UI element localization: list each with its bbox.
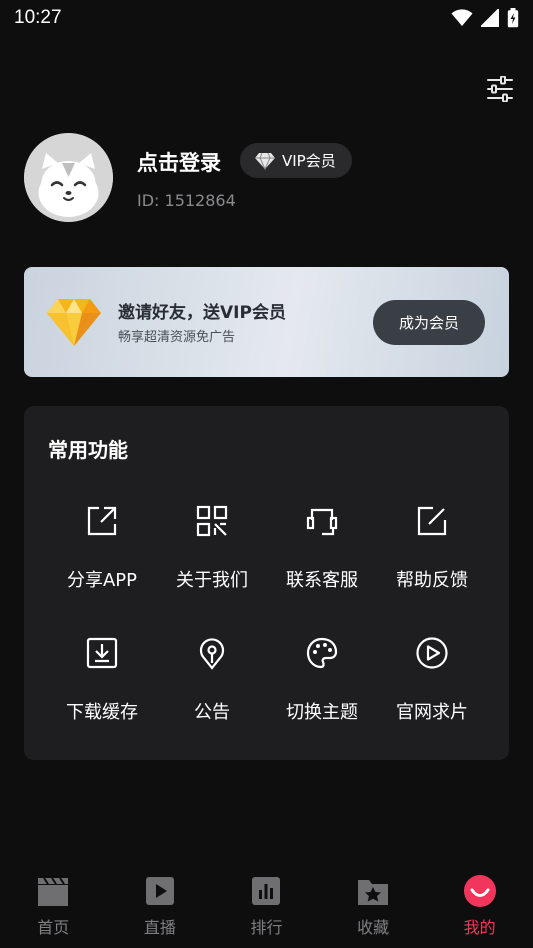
feature-request-film[interactable]: 官网求片: [377, 636, 487, 736]
feature-label: 下载缓存: [66, 702, 138, 723]
status-time: 10:27: [14, 7, 62, 28]
nav-label: 我的: [463, 918, 496, 937]
nav-label: 直播: [143, 918, 176, 937]
favorites-folder-icon: [358, 880, 389, 905]
banner-subtitle: 畅享超清资源免广告: [118, 330, 236, 345]
become-vip-button[interactable]: 成为会员: [373, 300, 485, 345]
smile-face-icon: [463, 875, 496, 907]
feature-share-app[interactable]: 分享APP: [47, 504, 157, 604]
status-bar: 10:27: [0, 0, 533, 36]
feature-download-cache[interactable]: 下载缓存: [47, 636, 157, 736]
share-icon: [87, 506, 117, 536]
download-icon: [86, 637, 118, 669]
sliders-icon: [487, 75, 513, 103]
feature-label: 分享APP: [66, 570, 138, 591]
profile-section: 点击登录 VIP会员 ID: 1512864: [24, 133, 514, 223]
avatar[interactable]: [24, 133, 113, 222]
feature-label: 公告: [194, 702, 230, 723]
feature-announcement[interactable]: 公告: [157, 636, 267, 736]
nav-label: 排行: [250, 918, 283, 937]
edit-feedback-icon: [417, 506, 447, 536]
clapperboard-icon: [38, 877, 69, 906]
nav-label: 收藏: [357, 918, 390, 937]
vip-badge-label: VIP会员: [282, 152, 336, 170]
feature-label: 关于我们: [176, 570, 248, 591]
wifi-icon: [451, 9, 473, 26]
login-link[interactable]: 点击登录: [137, 147, 221, 177]
palette-icon: [306, 637, 338, 669]
headset-icon: [306, 508, 338, 536]
bottom-nav: 首页 直播 排行 收藏 我的: [0, 862, 533, 948]
feature-label: 官网求片: [396, 702, 468, 723]
nav-item-mine[interactable]: 我的: [427, 862, 533, 948]
feature-label: 联系客服: [286, 570, 358, 591]
signal-icon: [481, 9, 499, 27]
feature-contact-service[interactable]: 联系客服: [267, 504, 377, 604]
feature-help-feedback[interactable]: 帮助反馈: [377, 504, 487, 604]
status-icons: [451, 8, 519, 28]
nav-item-favorites[interactable]: 收藏: [320, 862, 426, 948]
vip-badge[interactable]: VIP会员: [240, 143, 352, 178]
cartoon-cat-avatar: [24, 133, 113, 222]
features-card: 常用功能 分享APP 关于我们 联系客服 帮助反馈 下载缓存 公告 切换主题 官…: [24, 406, 509, 760]
play-circle-icon: [416, 637, 448, 669]
battery-charging-icon: [507, 8, 519, 28]
qr-code-icon: [196, 505, 228, 537]
nav-item-ranking[interactable]: 排行: [213, 862, 319, 948]
feature-about-us[interactable]: 关于我们: [157, 504, 267, 604]
user-id: ID: 1512864: [137, 191, 236, 210]
nav-item-home[interactable]: 首页: [0, 862, 106, 948]
feature-switch-theme[interactable]: 切换主题: [267, 636, 377, 736]
feature-label: 切换主题: [286, 702, 358, 723]
banner-title: 邀请好友，送VIP会员: [118, 303, 286, 323]
features-title: 常用功能: [48, 438, 128, 462]
feature-label: 帮助反馈: [396, 570, 468, 591]
vip-invite-banner[interactable]: 邀请好友，送VIP会员 畅享超清资源免广告 成为会员: [24, 267, 509, 377]
diamond-small-icon: [255, 152, 275, 170]
announcement-icon: [199, 638, 225, 670]
settings-button[interactable]: [486, 75, 514, 103]
diamond-icon: [47, 299, 101, 346]
live-play-icon: [145, 877, 174, 905]
nav-item-live[interactable]: 直播: [107, 862, 213, 948]
ranking-icon: [252, 877, 281, 905]
nav-label: 首页: [37, 918, 70, 937]
